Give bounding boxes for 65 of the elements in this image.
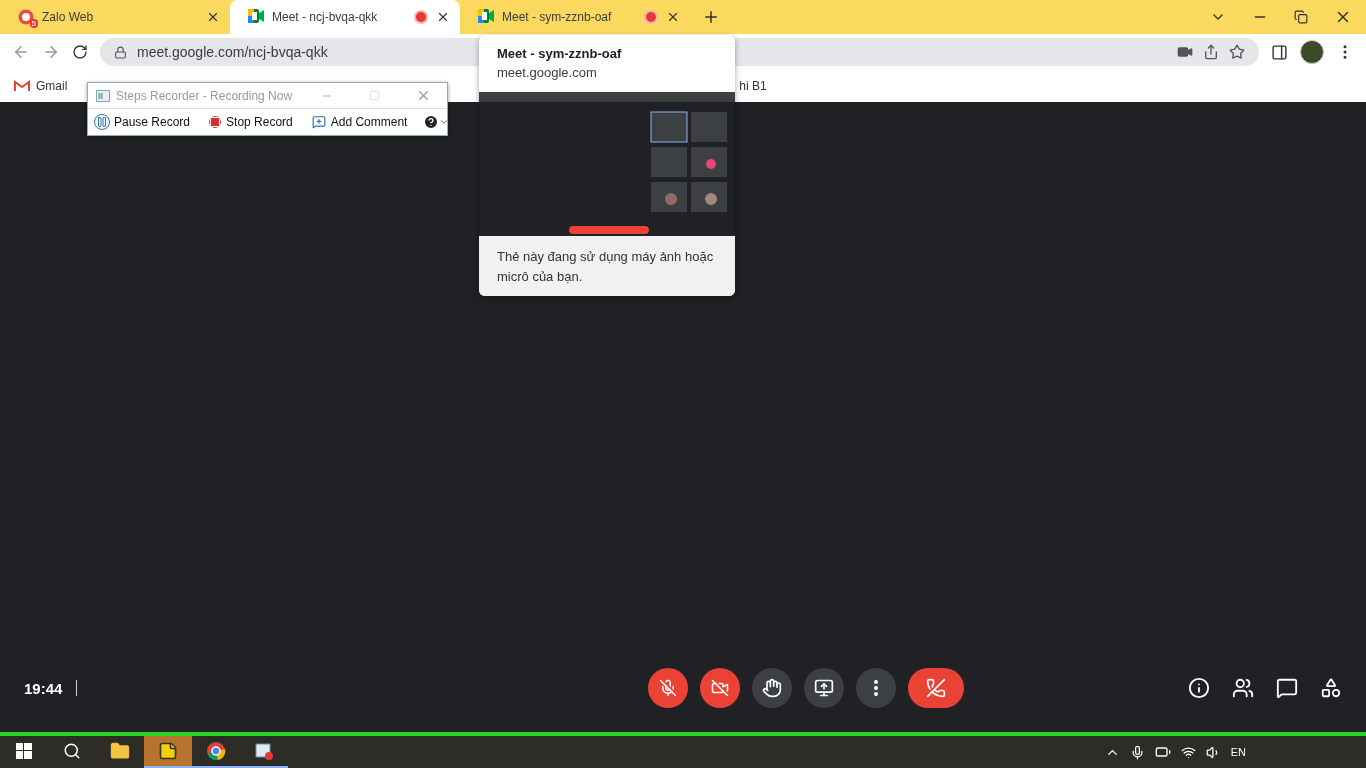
wifi-icon[interactable] bbox=[1180, 744, 1196, 760]
close-icon[interactable] bbox=[436, 10, 450, 24]
meeting-time: 19:44 bbox=[24, 679, 63, 697]
chat-icon[interactable] bbox=[1276, 677, 1298, 699]
close-icon[interactable] bbox=[666, 10, 680, 24]
lock-icon bbox=[114, 45, 127, 59]
language-indicator[interactable]: EN bbox=[1230, 746, 1246, 758]
toolbar-button[interactable]: Add Comment bbox=[308, 114, 410, 130]
more-options-button[interactable] bbox=[856, 668, 896, 708]
meet-icon bbox=[248, 9, 264, 23]
new-tab-icon[interactable] bbox=[702, 8, 720, 26]
help-icon[interactable] bbox=[423, 114, 450, 130]
hang-up-icon bbox=[926, 678, 946, 698]
recorder-icon bbox=[254, 741, 274, 761]
maximize-icon bbox=[369, 90, 380, 101]
zalo-icon bbox=[18, 9, 34, 25]
toolbar-button[interactable]: Stop Record bbox=[206, 115, 295, 129]
card-title: Meet - sym-zznb-oaf bbox=[496, 45, 623, 63]
forward-icon[interactable] bbox=[42, 43, 60, 61]
comment-icon bbox=[310, 114, 327, 130]
present-screen-icon bbox=[814, 678, 834, 698]
avatar[interactable] bbox=[1300, 40, 1324, 64]
meet-icon bbox=[478, 9, 494, 23]
people-icon[interactable] bbox=[1232, 677, 1254, 699]
battery-icon[interactable] bbox=[1154, 744, 1171, 760]
tab-title: Meet - sym-zznb-oaf bbox=[502, 10, 613, 24]
camera-icon[interactable] bbox=[1177, 44, 1193, 60]
more-icon bbox=[874, 680, 878, 696]
reload-icon[interactable] bbox=[72, 44, 88, 60]
stop-icon bbox=[208, 115, 223, 129]
leave-call-button[interactable] bbox=[908, 668, 964, 708]
recorder-icon bbox=[96, 89, 110, 102]
shapes-icon[interactable] bbox=[1320, 677, 1342, 699]
browser-tab[interactable]: 5 Zalo Web bbox=[0, 0, 230, 34]
card-message: Thẻ này đang sử dụng máy ảnh hoặc micrô của bạn. bbox=[479, 236, 735, 296]
star-icon[interactable] bbox=[1229, 44, 1245, 60]
hand-icon bbox=[762, 678, 782, 698]
toolbar-button[interactable]: Pause Record bbox=[92, 114, 193, 130]
gmail-icon bbox=[14, 80, 30, 92]
close-icon[interactable] bbox=[206, 10, 220, 24]
browser-tab[interactable]: Meet - sym-zznb-oaf bbox=[460, 0, 690, 34]
browser-tab[interactable]: Meet - ncj-bvqa-qkk bbox=[230, 0, 460, 34]
bookmark[interactable]: Gmail bbox=[14, 79, 68, 93]
present-button[interactable] bbox=[804, 668, 844, 708]
microphone-icon[interactable] bbox=[1129, 744, 1145, 760]
taskbar-app[interactable] bbox=[144, 736, 192, 768]
tab-title: Zalo Web bbox=[42, 10, 95, 24]
card-url: meet.google.com bbox=[496, 64, 598, 82]
side-panel-icon[interactable] bbox=[1271, 43, 1288, 61]
restore-icon[interactable] bbox=[1294, 10, 1308, 24]
chrome-icon bbox=[206, 741, 226, 761]
folder-icon bbox=[110, 741, 130, 761]
sticky-note-icon bbox=[158, 741, 178, 761]
microphone-button[interactable] bbox=[648, 668, 688, 708]
camera-button[interactable] bbox=[700, 668, 740, 708]
raise-hand-button[interactable] bbox=[752, 668, 792, 708]
tab-title: Meet - ncj-bvqa-qkk bbox=[272, 10, 379, 24]
microphone-off-icon bbox=[659, 679, 677, 697]
camera-off-icon bbox=[711, 679, 729, 697]
count-badge: 5 bbox=[29, 19, 38, 28]
info-icon[interactable] bbox=[1188, 677, 1210, 699]
bookmark[interactable]: hi B1 bbox=[739, 79, 767, 93]
window-title: Steps Recorder - Recording Now bbox=[116, 88, 294, 103]
share-icon[interactable] bbox=[1203, 44, 1219, 60]
back-icon[interactable] bbox=[12, 43, 30, 61]
